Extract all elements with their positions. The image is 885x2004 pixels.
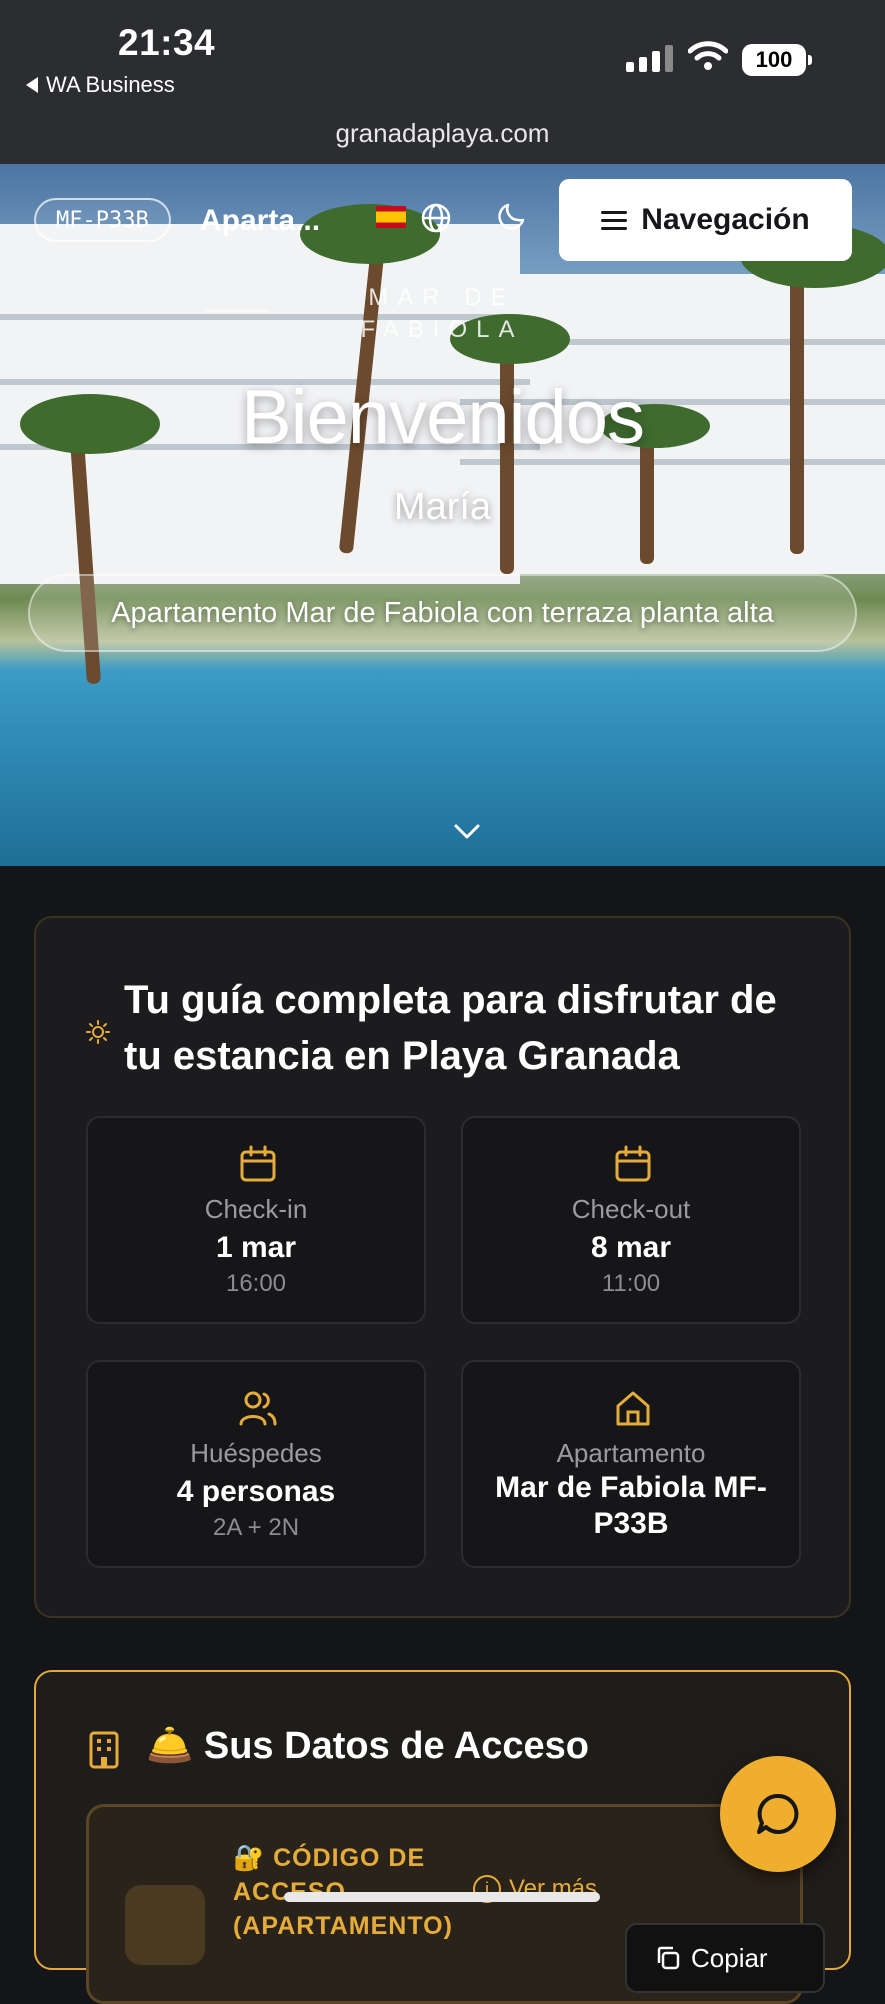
- battery-icon: 100: [742, 44, 812, 76]
- cellular-signal-icon: [626, 44, 673, 72]
- copy-label: Copiar: [691, 1942, 768, 1973]
- stay-summary-card: Tu guía completa para disfrutar de tu es…: [34, 916, 851, 1618]
- calendar-icon: [240, 1145, 276, 1182]
- checkout-date: 8 mar: [590, 1231, 672, 1264]
- scroll-down-chevron-icon[interactable]: [452, 816, 482, 846]
- checkin-date: 1 mar: [215, 1231, 297, 1264]
- wifi-icon: [688, 41, 728, 70]
- language-globe-icon[interactable]: [420, 202, 452, 234]
- checkout-tile: Check-out 8 mar 11:00: [461, 1116, 801, 1324]
- access-code-panel: 🔐 CÓDIGO DE ACCESO (APARTAMENTO) i Ver m…: [86, 1804, 825, 2004]
- back-app-label: WA Business: [46, 72, 175, 97]
- copy-icon: [657, 1946, 680, 1970]
- apartment-full-name: Apartamento Mar de Fabiola con terraza p…: [28, 574, 857, 652]
- home-icon: [616, 1391, 650, 1426]
- status-bar: 21:34 WA Business 100 granadaplaya.com: [0, 0, 885, 164]
- brand-divider: [205, 310, 269, 312]
- copy-button[interactable]: Copiar: [625, 1923, 825, 1993]
- key-icon: [125, 1885, 205, 1965]
- hero-section: MF-P33B Aparta... Navegación MAR DE FABI…: [0, 164, 885, 866]
- navigation-label: Navegación: [641, 203, 810, 236]
- apartment-code-badge: MF-P33B: [34, 198, 171, 242]
- welcome-heading: Bienvenidos: [240, 375, 645, 460]
- guests-breakdown: 2A + 2N: [212, 1514, 300, 1541]
- sun-icon: [86, 1020, 110, 1044]
- address-bar[interactable]: granadaplaya.com: [0, 118, 885, 149]
- back-arrow-icon: [26, 77, 38, 93]
- checkin-time: 16:00: [225, 1270, 287, 1297]
- checkout-label: Check-out: [571, 1194, 691, 1224]
- guests-label: Huéspedes: [190, 1438, 322, 1468]
- apartment-tile: Apartamento Mar de Fabiola MF-P33B: [461, 1360, 801, 1568]
- guide-title: Tu guía completa para disfrutar de tu es…: [124, 978, 777, 1078]
- calendar-icon: [615, 1145, 651, 1182]
- apartment-label: Apartamento: [556, 1438, 706, 1468]
- spanish-flag-icon[interactable]: [376, 206, 406, 228]
- menu-icon: [601, 210, 628, 230]
- checkin-label: Check-in: [204, 1194, 308, 1224]
- checkout-time: 11:00: [601, 1270, 661, 1297]
- clock: 21:34: [118, 22, 216, 63]
- chat-bubble-icon: [757, 1793, 799, 1834]
- users-icon: [239, 1391, 277, 1426]
- guests-tile: Huéspedes 4 personas 2A + 2N: [86, 1360, 426, 1568]
- access-title: 🛎️ Sus Datos de Acceso: [146, 1725, 589, 1767]
- apartment-name-short: Aparta...: [200, 204, 321, 237]
- building-icon: [89, 1731, 119, 1769]
- navigation-button[interactable]: Navegación: [559, 179, 852, 261]
- apartment-value: Mar de Fabiola MF-P33B: [495, 1471, 767, 1540]
- dark-mode-moon-icon[interactable]: [496, 200, 528, 232]
- guests-count: 4 personas: [176, 1475, 336, 1508]
- brand-logo-text: MAR DE FABIOLA: [360, 284, 524, 343]
- checkin-tile: Check-in 1 mar 16:00: [86, 1116, 426, 1324]
- home-indicator[interactable]: [284, 1892, 600, 1902]
- guest-name: María: [393, 486, 492, 528]
- chat-button[interactable]: [720, 1756, 836, 1872]
- back-to-app-link[interactable]: WA Business: [26, 72, 175, 98]
